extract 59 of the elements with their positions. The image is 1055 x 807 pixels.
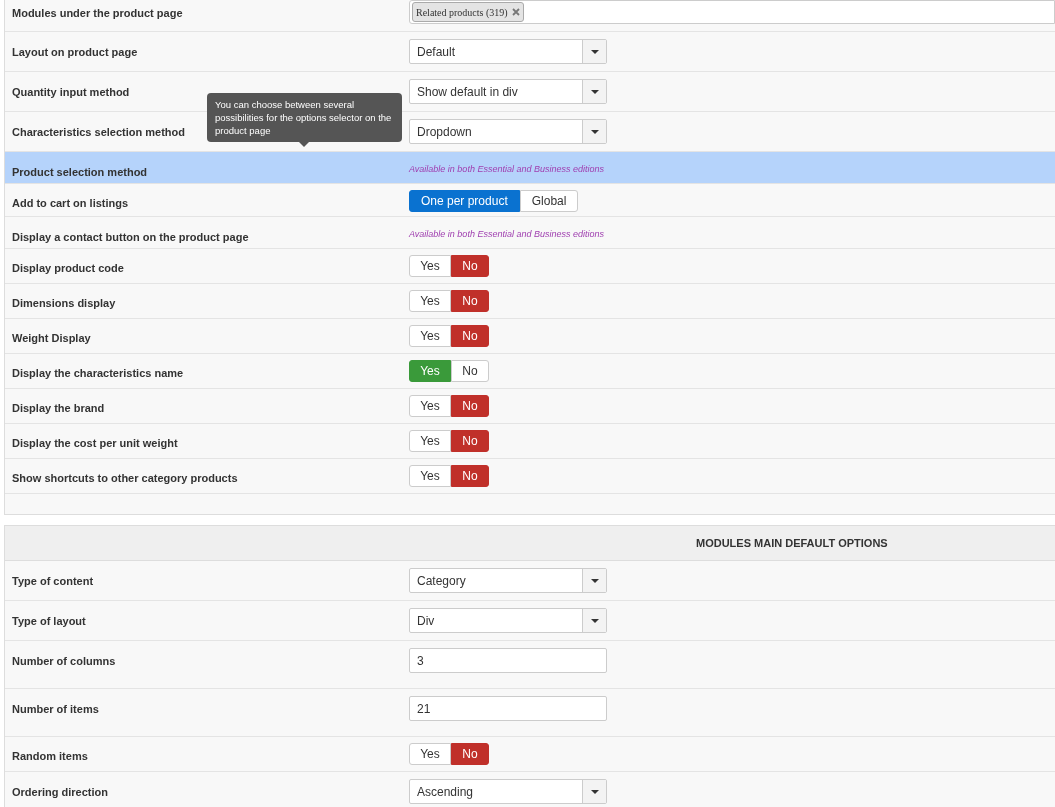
no-button[interactable]: No [451,325,489,347]
select-dropdown[interactable]: Default [409,39,607,64]
no-button[interactable]: No [451,395,489,417]
setting-label: Dimensions display [12,297,116,309]
no-button[interactable]: No [451,255,489,277]
setting-label: Add to cart on listings [12,197,129,209]
setting-label: Display product code [12,262,124,274]
setting-label: Display a contact button on the product page [12,231,249,243]
yes-button[interactable]: Yes [409,325,451,347]
yes-button[interactable]: Yes [409,465,451,487]
setting-label: Show shortcuts to other category products [12,472,238,484]
select-dropdown[interactable]: Show default in div [409,79,607,104]
caret-icon [590,89,599,94]
close-icon[interactable] [511,8,520,16]
setting-label: Product selection method [12,166,148,178]
setting-label: Weight Display [12,332,91,344]
select-dropdown[interactable]: Dropdown [409,119,607,144]
select-dropdown[interactable]: Div [409,608,607,633]
edition-note: Available in both Essential and Business editions [409,163,604,176]
setting-label: Type of content [12,575,94,587]
number-field[interactable]: 3 [409,648,607,673]
caret-icon [590,129,599,134]
caret-icon [590,618,599,623]
setting-label: Layout on product page [12,46,138,58]
yes-button[interactable]: Yes [409,395,451,417]
section-header: MODULES MAIN DEFAULT OPTIONS [696,535,888,551]
setting-label: Number of columns [12,655,116,667]
yes-button[interactable]: Yes [409,360,451,382]
edition-note: Available in both Essential and Business editions [409,228,604,241]
setting-label: Characteristics selection method [12,126,185,138]
caret-icon [590,49,599,54]
setting-label: Type of layout [12,615,86,627]
number-field[interactable]: 21 [409,696,607,721]
segment-button[interactable]: Global [519,190,579,212]
setting-label: Quantity input method [12,86,130,98]
no-button[interactable]: No [451,290,489,312]
yes-button[interactable]: Yes [409,290,451,312]
caret-icon [590,578,599,583]
caret-icon [590,789,599,794]
tooltip-arrow-icon [299,142,309,147]
tag-chip[interactable]: Related products (319) [412,2,524,22]
yes-button[interactable]: Yes [409,430,451,452]
segment-button[interactable]: One per product [409,190,520,212]
tags-field[interactable]: Related products (319) [409,0,1055,24]
no-button[interactable]: No [451,743,489,765]
setting-label: Modules under the product page [12,7,183,19]
setting-label: Ordering direction [12,786,108,798]
select-dropdown[interactable]: Category [409,568,607,593]
setting-label: Random items [12,750,88,762]
yes-button[interactable]: Yes [409,255,451,277]
no-button[interactable]: No [451,360,489,382]
setting-label: Number of items [12,703,99,715]
setting-label: Display the brand [12,402,105,414]
no-button[interactable]: No [451,465,489,487]
setting-label: Display the characteristics name [12,367,184,379]
no-button[interactable]: No [451,430,489,452]
select-dropdown[interactable]: Ascending [409,779,607,804]
setting-label: Display the cost per unit weight [12,437,178,449]
yes-button[interactable]: Yes [409,743,451,765]
